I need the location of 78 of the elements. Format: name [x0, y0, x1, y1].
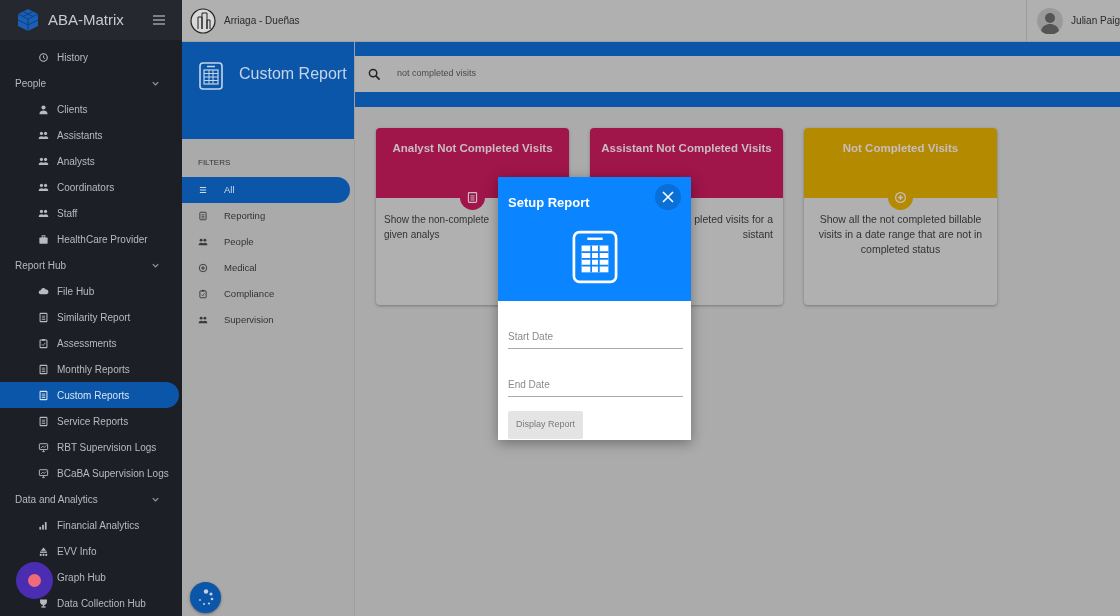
- filter-item[interactable]: All: [182, 177, 350, 203]
- people-icon: [38, 129, 49, 141]
- trophy-icon: [38, 597, 49, 609]
- dot-icon: [28, 574, 41, 587]
- people-icon: [38, 181, 49, 193]
- table-document-icon: [199, 62, 223, 90]
- sidebar-item[interactable]: BCaBA Supervision Logs: [0, 460, 179, 486]
- organization-name: Arriaga - Dueñas: [224, 14, 300, 28]
- user-name[interactable]: Julian Paig: [1071, 13, 1120, 28]
- sidebar-item[interactable]: Graph Hub: [0, 564, 179, 590]
- filter-item[interactable]: Medical: [182, 255, 350, 281]
- document-icon: [38, 389, 49, 401]
- sidebar-item[interactable]: EVV Info: [0, 538, 179, 564]
- sidebar-item[interactable]: File Hub: [0, 278, 179, 304]
- report-card[interactable]: Not Completed Visits Show all the not completed billable visits in a date range that are not in completed status: [804, 128, 997, 305]
- search-icon: [368, 67, 381, 81]
- sidebar-item[interactable]: Service Reports: [0, 408, 179, 434]
- sidebar-item[interactable]: Financial Analytics: [0, 512, 179, 538]
- monitor-chart-icon: [38, 467, 49, 479]
- close-button[interactable]: [655, 184, 681, 210]
- sidebar-item[interactable]: Analysts: [0, 148, 179, 174]
- clipboard-icon: [38, 337, 49, 349]
- sidebar-item[interactable]: RBT Supervision Logs: [0, 434, 179, 460]
- sidebar-item[interactable]: Staff: [0, 200, 179, 226]
- search-field[interactable]: not completed visits: [355, 56, 1120, 92]
- sidebar-item[interactable]: Assessments: [0, 330, 179, 356]
- brand-name: ABA-Matrix: [48, 9, 124, 30]
- sidebar-item[interactable]: Custom Reports: [0, 382, 179, 408]
- filter-item[interactable]: Compliance: [182, 281, 350, 307]
- card-title: Analyst Not Completed Visits: [392, 142, 553, 154]
- filter-item[interactable]: People: [182, 229, 350, 255]
- sidebar-section[interactable]: People: [0, 70, 182, 96]
- sidebar-item[interactable]: HealthCare Provider: [0, 226, 179, 252]
- clipboard-icon: [198, 289, 208, 299]
- table-document-icon: [571, 230, 618, 284]
- filters-heading: FILTERS: [197, 157, 232, 169]
- card-description: Show all the not completed billable visits in a date range that are not in completed status: [817, 212, 984, 257]
- sidebar-item[interactable]: Monthly Reports: [0, 356, 179, 382]
- hierarchy-icon: [38, 545, 49, 557]
- document-icon: [198, 211, 208, 221]
- sidebar-section[interactable]: Report Hub: [0, 252, 182, 278]
- sidebar-item[interactable]: Data Collection Hub: [0, 590, 179, 616]
- avatar-icon: [1037, 7, 1064, 34]
- monitor-chart-icon: [38, 441, 49, 453]
- people-icon: [38, 155, 49, 167]
- cloud-icon: [38, 285, 49, 297]
- document-icon: [38, 363, 49, 375]
- document-icon: [466, 191, 479, 204]
- card-description: pleted visits for a sistant: [693, 212, 773, 242]
- bar-chart-icon: [38, 519, 49, 531]
- filter-item[interactable]: Reporting: [182, 203, 350, 229]
- list-icon: [198, 185, 208, 195]
- document-icon: [38, 311, 49, 323]
- clock-icon: [38, 51, 49, 63]
- filter-item[interactable]: Supervision: [182, 307, 350, 333]
- cube-logo-icon: [16, 8, 40, 32]
- sidebar-item[interactable]: Assistants: [0, 122, 179, 148]
- card-description: Show the non-complete given analys: [384, 213, 490, 242]
- menu-icon: [152, 14, 166, 26]
- sidebar-item[interactable]: Similarity Report: [0, 304, 179, 330]
- document-icon: [38, 415, 49, 427]
- person-icon: [38, 103, 49, 115]
- sidebar-item[interactable]: Clients: [0, 96, 179, 122]
- building-logo-icon: [190, 7, 216, 34]
- page-title: Custom Report: [239, 64, 347, 84]
- plus-circle-icon: [198, 263, 208, 273]
- menu-button[interactable]: [152, 14, 166, 26]
- sidebar-item[interactable]: History: [0, 44, 179, 70]
- card-title: Not Completed Visits: [842, 142, 959, 154]
- people-icon: [198, 315, 208, 325]
- sidebar-item[interactable]: Coordinators: [0, 174, 179, 200]
- people-icon: [38, 207, 49, 219]
- card-title: Assistant Not Completed Visits: [601, 142, 772, 154]
- plus-circle-icon: [894, 191, 907, 204]
- close-icon: [662, 191, 674, 203]
- sidebar-section[interactable]: Data and Analytics: [0, 486, 182, 512]
- people-icon: [198, 237, 208, 247]
- briefcase-icon: [38, 233, 49, 245]
